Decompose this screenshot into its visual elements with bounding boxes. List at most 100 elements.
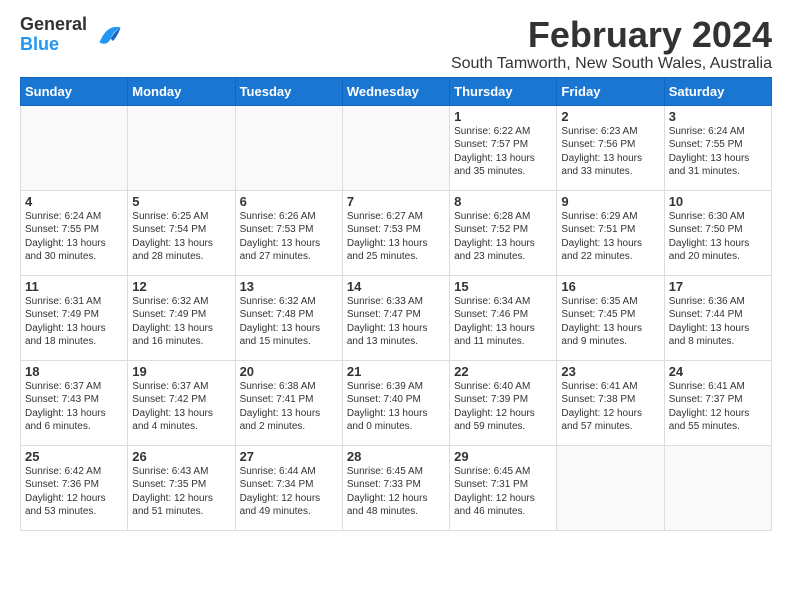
col-header-monday: Monday <box>128 77 235 105</box>
day-number: 3 <box>669 109 767 124</box>
day-info: Sunrise: 6:39 AM Sunset: 7:40 PM Dayligh… <box>347 380 445 434</box>
day-info: Sunrise: 6:32 AM Sunset: 7:48 PM Dayligh… <box>240 295 338 349</box>
col-header-sunday: Sunday <box>21 77 128 105</box>
col-header-wednesday: Wednesday <box>342 77 449 105</box>
logo: General Blue <box>20 15 122 55</box>
day-info: Sunrise: 6:27 AM Sunset: 7:53 PM Dayligh… <box>347 210 445 264</box>
day-number: 12 <box>132 279 230 294</box>
day-info: Sunrise: 6:41 AM Sunset: 7:38 PM Dayligh… <box>561 380 659 434</box>
day-info: Sunrise: 6:32 AM Sunset: 7:49 PM Dayligh… <box>132 295 230 349</box>
day-number: 6 <box>240 194 338 209</box>
day-number: 22 <box>454 364 552 379</box>
calendar-table: SundayMondayTuesdayWednesdayThursdayFrid… <box>20 77 772 531</box>
calendar-cell: 12Sunrise: 6:32 AM Sunset: 7:49 PM Dayli… <box>128 275 235 360</box>
day-info: Sunrise: 6:28 AM Sunset: 7:52 PM Dayligh… <box>454 210 552 264</box>
main-title: February 2024 <box>451 15 772 55</box>
day-info: Sunrise: 6:38 AM Sunset: 7:41 PM Dayligh… <box>240 380 338 434</box>
week-row: 11Sunrise: 6:31 AM Sunset: 7:49 PM Dayli… <box>21 275 772 360</box>
calendar-cell: 8Sunrise: 6:28 AM Sunset: 7:52 PM Daylig… <box>450 190 557 275</box>
day-number: 5 <box>132 194 230 209</box>
day-info: Sunrise: 6:29 AM Sunset: 7:51 PM Dayligh… <box>561 210 659 264</box>
calendar-cell: 6Sunrise: 6:26 AM Sunset: 7:53 PM Daylig… <box>235 190 342 275</box>
calendar-cell: 9Sunrise: 6:29 AM Sunset: 7:51 PM Daylig… <box>557 190 664 275</box>
logo-bird-icon <box>92 20 122 50</box>
calendar-cell: 16Sunrise: 6:35 AM Sunset: 7:45 PM Dayli… <box>557 275 664 360</box>
day-number: 21 <box>347 364 445 379</box>
logo-general: General <box>20 15 87 35</box>
calendar-cell: 27Sunrise: 6:44 AM Sunset: 7:34 PM Dayli… <box>235 445 342 530</box>
calendar-cell <box>557 445 664 530</box>
calendar-cell <box>21 105 128 190</box>
day-number: 2 <box>561 109 659 124</box>
day-info: Sunrise: 6:36 AM Sunset: 7:44 PM Dayligh… <box>669 295 767 349</box>
day-info: Sunrise: 6:45 AM Sunset: 7:31 PM Dayligh… <box>454 465 552 519</box>
calendar-cell <box>664 445 771 530</box>
day-number: 4 <box>25 194 123 209</box>
week-row: 18Sunrise: 6:37 AM Sunset: 7:43 PM Dayli… <box>21 360 772 445</box>
calendar-cell: 25Sunrise: 6:42 AM Sunset: 7:36 PM Dayli… <box>21 445 128 530</box>
calendar-cell: 20Sunrise: 6:38 AM Sunset: 7:41 PM Dayli… <box>235 360 342 445</box>
calendar-cell: 3Sunrise: 6:24 AM Sunset: 7:55 PM Daylig… <box>664 105 771 190</box>
day-info: Sunrise: 6:31 AM Sunset: 7:49 PM Dayligh… <box>25 295 123 349</box>
calendar-cell: 2Sunrise: 6:23 AM Sunset: 7:56 PM Daylig… <box>557 105 664 190</box>
day-number: 7 <box>347 194 445 209</box>
calendar-cell: 18Sunrise: 6:37 AM Sunset: 7:43 PM Dayli… <box>21 360 128 445</box>
page: General Blue February 2024 South Tamwort… <box>0 0 792 541</box>
day-info: Sunrise: 6:35 AM Sunset: 7:45 PM Dayligh… <box>561 295 659 349</box>
calendar-cell: 14Sunrise: 6:33 AM Sunset: 7:47 PM Dayli… <box>342 275 449 360</box>
calendar-cell: 11Sunrise: 6:31 AM Sunset: 7:49 PM Dayli… <box>21 275 128 360</box>
day-number: 14 <box>347 279 445 294</box>
calendar-cell: 19Sunrise: 6:37 AM Sunset: 7:42 PM Dayli… <box>128 360 235 445</box>
day-number: 13 <box>240 279 338 294</box>
day-info: Sunrise: 6:22 AM Sunset: 7:57 PM Dayligh… <box>454 125 552 179</box>
calendar-cell <box>342 105 449 190</box>
day-number: 28 <box>347 449 445 464</box>
calendar-cell: 28Sunrise: 6:45 AM Sunset: 7:33 PM Dayli… <box>342 445 449 530</box>
day-number: 19 <box>132 364 230 379</box>
day-info: Sunrise: 6:41 AM Sunset: 7:37 PM Dayligh… <box>669 380 767 434</box>
calendar-cell: 26Sunrise: 6:43 AM Sunset: 7:35 PM Dayli… <box>128 445 235 530</box>
calendar-cell: 21Sunrise: 6:39 AM Sunset: 7:40 PM Dayli… <box>342 360 449 445</box>
day-number: 27 <box>240 449 338 464</box>
calendar-cell: 29Sunrise: 6:45 AM Sunset: 7:31 PM Dayli… <box>450 445 557 530</box>
col-header-tuesday: Tuesday <box>235 77 342 105</box>
logo-text: General Blue <box>20 15 87 55</box>
day-info: Sunrise: 6:26 AM Sunset: 7:53 PM Dayligh… <box>240 210 338 264</box>
day-number: 20 <box>240 364 338 379</box>
day-info: Sunrise: 6:43 AM Sunset: 7:35 PM Dayligh… <box>132 465 230 519</box>
day-info: Sunrise: 6:24 AM Sunset: 7:55 PM Dayligh… <box>669 125 767 179</box>
col-header-thursday: Thursday <box>450 77 557 105</box>
calendar-cell: 7Sunrise: 6:27 AM Sunset: 7:53 PM Daylig… <box>342 190 449 275</box>
day-number: 29 <box>454 449 552 464</box>
col-header-saturday: Saturday <box>664 77 771 105</box>
day-number: 11 <box>25 279 123 294</box>
calendar-cell: 4Sunrise: 6:24 AM Sunset: 7:55 PM Daylig… <box>21 190 128 275</box>
calendar-cell: 5Sunrise: 6:25 AM Sunset: 7:54 PM Daylig… <box>128 190 235 275</box>
day-number: 17 <box>669 279 767 294</box>
title-block: February 2024 South Tamworth, New South … <box>451 15 772 73</box>
day-info: Sunrise: 6:37 AM Sunset: 7:42 PM Dayligh… <box>132 380 230 434</box>
calendar-cell: 13Sunrise: 6:32 AM Sunset: 7:48 PM Dayli… <box>235 275 342 360</box>
calendar-cell: 17Sunrise: 6:36 AM Sunset: 7:44 PM Dayli… <box>664 275 771 360</box>
day-info: Sunrise: 6:34 AM Sunset: 7:46 PM Dayligh… <box>454 295 552 349</box>
day-number: 16 <box>561 279 659 294</box>
day-number: 1 <box>454 109 552 124</box>
col-header-friday: Friday <box>557 77 664 105</box>
logo-blue: Blue <box>20 35 87 55</box>
day-info: Sunrise: 6:40 AM Sunset: 7:39 PM Dayligh… <box>454 380 552 434</box>
calendar-cell: 15Sunrise: 6:34 AM Sunset: 7:46 PM Dayli… <box>450 275 557 360</box>
day-number: 8 <box>454 194 552 209</box>
day-info: Sunrise: 6:23 AM Sunset: 7:56 PM Dayligh… <box>561 125 659 179</box>
day-number: 25 <box>25 449 123 464</box>
calendar-cell: 1Sunrise: 6:22 AM Sunset: 7:57 PM Daylig… <box>450 105 557 190</box>
day-info: Sunrise: 6:24 AM Sunset: 7:55 PM Dayligh… <box>25 210 123 264</box>
day-number: 10 <box>669 194 767 209</box>
day-info: Sunrise: 6:44 AM Sunset: 7:34 PM Dayligh… <box>240 465 338 519</box>
calendar-cell <box>128 105 235 190</box>
calendar-cell: 24Sunrise: 6:41 AM Sunset: 7:37 PM Dayli… <box>664 360 771 445</box>
day-info: Sunrise: 6:30 AM Sunset: 7:50 PM Dayligh… <box>669 210 767 264</box>
day-info: Sunrise: 6:42 AM Sunset: 7:36 PM Dayligh… <box>25 465 123 519</box>
day-info: Sunrise: 6:25 AM Sunset: 7:54 PM Dayligh… <box>132 210 230 264</box>
day-number: 18 <box>25 364 123 379</box>
day-number: 24 <box>669 364 767 379</box>
